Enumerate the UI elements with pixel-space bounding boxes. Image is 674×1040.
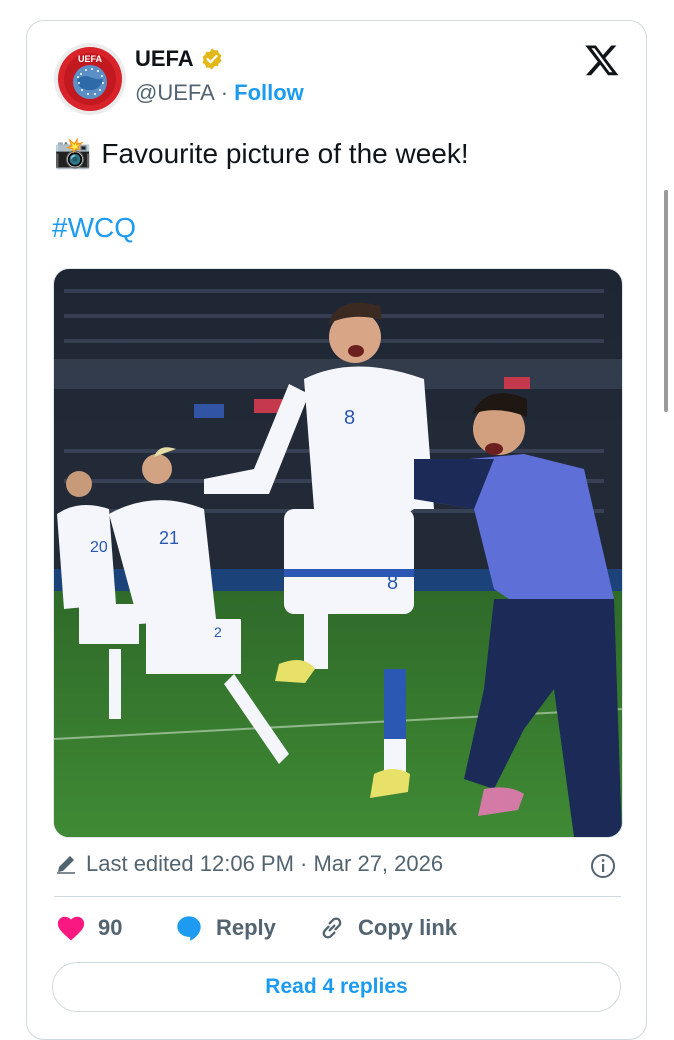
follow-button[interactable]: Follow	[234, 80, 304, 106]
last-edited-text: Last edited 12:06 PM · Mar 27, 2026	[86, 851, 444, 876]
separator-dot: ·	[220, 80, 229, 105]
football-celebration-image: 20 21 2 8 8	[54, 269, 622, 837]
copy-link-button[interactable]: Copy link	[318, 914, 457, 942]
author-handle[interactable]: @UEFA	[135, 80, 215, 106]
camera-flash-emoji: 📸	[54, 137, 92, 170]
tweet-body: 📸 Favourite picture of the week!	[54, 136, 469, 171]
tweet-text: Favourite picture of the week!	[101, 137, 469, 169]
svg-text:UEFA: UEFA	[78, 54, 103, 64]
like-count: 90	[98, 915, 123, 940]
info-icon[interactable]	[590, 853, 616, 879]
jersey-number: 20	[90, 539, 108, 556]
jersey-number: 2	[214, 624, 222, 640]
tweet-actions: 90 Reply Copy link	[56, 914, 616, 948]
link-icon	[322, 917, 342, 939]
jersey-number: 21	[159, 528, 179, 548]
read-replies-button[interactable]: Read 4 replies	[52, 962, 621, 1012]
jersey-number: 8	[344, 407, 355, 429]
uefa-logo-icon: UEFA	[58, 47, 122, 111]
x-logo-icon[interactable]	[584, 42, 620, 78]
tweet-photo[interactable]: 20 21 2 8 8	[53, 268, 623, 838]
pencil-icon	[57, 856, 75, 874]
uefa-avatar[interactable]: UEFA	[54, 43, 126, 115]
verified-badge-icon	[202, 48, 222, 70]
last-edited-row[interactable]: Last edited 12:06 PM · Mar 27, 2026	[54, 851, 443, 877]
reply-button[interactable]: Reply	[174, 914, 276, 942]
jersey-number: 8	[387, 572, 398, 594]
hashtag-link[interactable]: #WCQ	[52, 212, 136, 244]
like-button[interactable]: 90	[56, 914, 122, 942]
read-replies-label: Read 4 replies	[265, 975, 408, 998]
reply-label: Reply	[216, 915, 276, 940]
scrollbar[interactable]	[664, 190, 668, 412]
divider	[54, 896, 621, 897]
author-name[interactable]: UEFA	[135, 46, 194, 72]
reply-bubble-icon	[177, 916, 201, 941]
heart-icon	[57, 916, 85, 941]
copy-link-label: Copy link	[358, 915, 458, 940]
